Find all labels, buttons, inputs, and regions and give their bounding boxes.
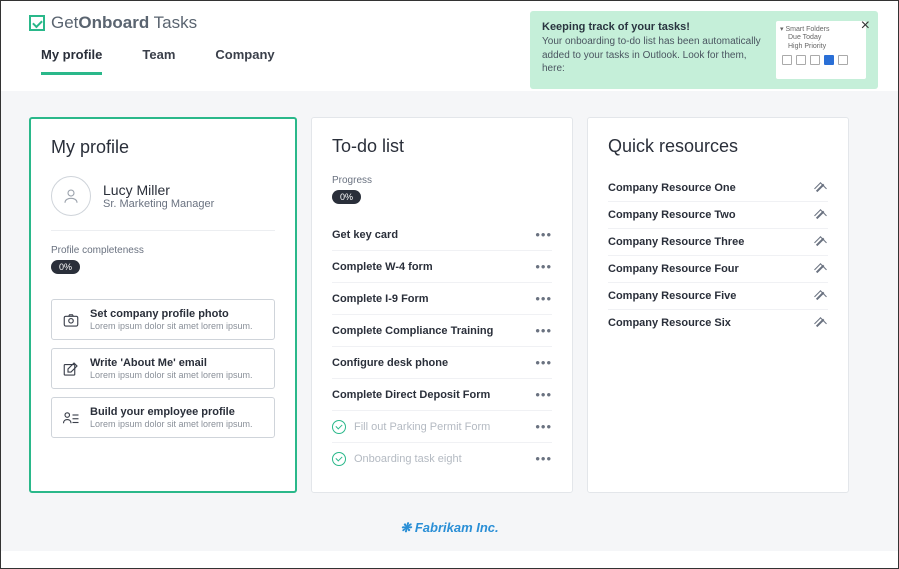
footer-brand: Fabrikam Inc. bbox=[400, 520, 498, 535]
task-row[interactable]: Configure desk phone ••• bbox=[332, 347, 552, 379]
close-icon[interactable]: × bbox=[861, 17, 870, 35]
banner-preview-image: ▾Smart Folders Due Today High Priority bbox=[776, 21, 866, 79]
app-name: GetOnboard Tasks bbox=[51, 13, 197, 33]
profile-name: Lucy Miller bbox=[103, 182, 214, 198]
banner-body: Your onboarding to-do list has been auto… bbox=[542, 35, 766, 76]
task-title: Complete Direct Deposit Form bbox=[332, 389, 490, 401]
camera-icon bbox=[62, 311, 80, 329]
action-sub: Lorem ipsum dolor sit amet lorem ipsum. bbox=[90, 321, 253, 331]
resource-title: Company Resource Five bbox=[608, 290, 736, 302]
completeness-badge: 0% bbox=[51, 260, 80, 274]
profile-card: My profile Lucy Miller Sr. Marketing Man… bbox=[29, 117, 297, 493]
logo-check-icon bbox=[29, 15, 45, 31]
resources-card-title: Quick resources bbox=[608, 136, 828, 157]
resource-title: Company Resource Two bbox=[608, 209, 736, 221]
resource-title: Company Resource Four bbox=[608, 263, 739, 275]
resource-row[interactable]: Company Resource Four bbox=[608, 256, 828, 283]
task-row[interactable]: Complete W-4 form ••• bbox=[332, 251, 552, 283]
task-row[interactable]: Fill out Parking Permit Form ••• bbox=[332, 411, 552, 443]
compose-icon bbox=[62, 360, 80, 378]
resource-title: Company Resource Six bbox=[608, 317, 731, 329]
task-title: Fill out Parking Permit Form bbox=[354, 421, 490, 433]
tab-company[interactable]: Company bbox=[215, 41, 274, 75]
resource-title: Company Resource Three bbox=[608, 236, 744, 248]
resource-row[interactable]: Company Resource Six bbox=[608, 310, 828, 336]
completeness-label: Profile completeness bbox=[51, 245, 275, 256]
action-title: Write 'About Me' email bbox=[90, 357, 253, 369]
resource-title: Company Resource One bbox=[608, 182, 736, 194]
resource-row[interactable]: Company Resource Two bbox=[608, 202, 828, 229]
todo-card: To-do list Progress 0% Get key card•••Co… bbox=[311, 117, 573, 493]
action-build-profile[interactable]: Build your employee profile Lorem ipsum … bbox=[51, 397, 275, 438]
more-icon[interactable]: ••• bbox=[535, 323, 552, 338]
task-title: Complete Compliance Training bbox=[332, 325, 493, 337]
action-set-photo[interactable]: Set company profile photo Lorem ipsum do… bbox=[51, 299, 275, 340]
resource-row[interactable]: Company Resource Five bbox=[608, 283, 828, 310]
check-icon bbox=[332, 420, 346, 434]
progress-badge: 0% bbox=[332, 190, 361, 204]
banner-title: Keeping track of your tasks! bbox=[542, 21, 766, 33]
footer: Fabrikam Inc. bbox=[1, 505, 898, 551]
resources-card: Quick resources Company Resource OneComp… bbox=[587, 117, 849, 493]
action-sub: Lorem ipsum dolor sit amet lorem ipsum. bbox=[90, 370, 253, 380]
arrow-icon bbox=[816, 317, 828, 329]
arrow-icon bbox=[816, 263, 828, 275]
task-title: Configure desk phone bbox=[332, 357, 448, 369]
more-icon[interactable]: ••• bbox=[535, 227, 552, 242]
task-row[interactable]: Onboarding task eight ••• bbox=[332, 443, 552, 474]
action-write-email[interactable]: Write 'About Me' email Lorem ipsum dolor… bbox=[51, 348, 275, 389]
check-icon bbox=[332, 452, 346, 466]
action-title: Build your employee profile bbox=[90, 406, 253, 418]
profile-card-title: My profile bbox=[51, 137, 275, 158]
task-list: Get key card•••Complete W-4 form•••Compl… bbox=[332, 219, 552, 474]
task-title: Get key card bbox=[332, 229, 398, 241]
profile-role: Sr. Marketing Manager bbox=[103, 198, 214, 210]
more-icon[interactable]: ••• bbox=[535, 291, 552, 306]
progress-label: Progress bbox=[332, 175, 552, 186]
task-row[interactable]: Get key card ••• bbox=[332, 219, 552, 251]
task-row[interactable]: Complete Compliance Training ••• bbox=[332, 315, 552, 347]
more-icon[interactable]: ••• bbox=[535, 451, 552, 466]
arrow-icon bbox=[816, 236, 828, 248]
arrow-icon bbox=[816, 182, 828, 194]
resource-list: Company Resource One Company Resource Two… bbox=[608, 175, 828, 336]
more-icon[interactable]: ••• bbox=[535, 387, 552, 402]
action-title: Set company profile photo bbox=[90, 308, 253, 320]
more-icon[interactable]: ••• bbox=[535, 355, 552, 370]
action-sub: Lorem ipsum dolor sit amet lorem ipsum. bbox=[90, 419, 253, 429]
task-title: Complete W-4 form bbox=[332, 261, 433, 273]
resource-row[interactable]: Company Resource Three bbox=[608, 229, 828, 256]
task-row[interactable]: Complete I-9 Form ••• bbox=[332, 283, 552, 315]
avatar-icon bbox=[51, 176, 91, 216]
resource-row[interactable]: Company Resource One bbox=[608, 175, 828, 202]
arrow-icon bbox=[816, 209, 828, 221]
profile-person: Lucy Miller Sr. Marketing Manager bbox=[51, 176, 275, 231]
more-icon[interactable]: ••• bbox=[535, 419, 552, 434]
todo-card-title: To-do list bbox=[332, 136, 552, 157]
more-icon[interactable]: ••• bbox=[535, 259, 552, 274]
people-list-icon bbox=[62, 409, 80, 427]
task-title: Onboarding task eight bbox=[354, 453, 462, 465]
tab-my-profile[interactable]: My profile bbox=[41, 41, 102, 75]
notification-banner: Keeping track of your tasks! Your onboar… bbox=[530, 11, 878, 89]
arrow-icon bbox=[816, 290, 828, 302]
task-title: Complete I-9 Form bbox=[332, 293, 429, 305]
tab-team[interactable]: Team bbox=[142, 41, 175, 75]
task-row[interactable]: Complete Direct Deposit Form ••• bbox=[332, 379, 552, 411]
app-logo: GetOnboard Tasks bbox=[29, 13, 197, 33]
